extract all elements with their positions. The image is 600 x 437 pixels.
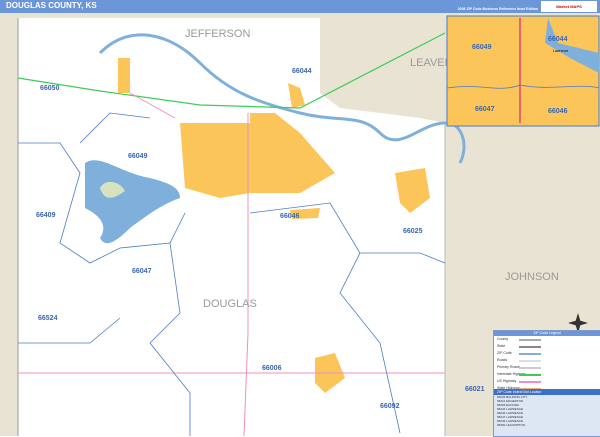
- inset-zip-label: 66047: [475, 106, 495, 113]
- zip-label: 66092: [380, 403, 400, 410]
- zip-label: 66409: [36, 212, 56, 219]
- zip-index-row: 66050 LECOMPTON: [497, 423, 526, 427]
- zip-label: 66044: [292, 68, 312, 75]
- zip-label: 66006: [262, 365, 282, 372]
- county-label-jefferson: JEFFERSON: [185, 28, 250, 40]
- publisher-logo: Market MAPS: [541, 1, 597, 12]
- zip-index-table: 66006 BALDWIN CITY 66021 EDGERTON 66025 …: [494, 395, 600, 436]
- legend-item: Roads: [494, 357, 600, 364]
- inset-city-label: Lawrence: [553, 49, 568, 53]
- map-title: DOUGLAS COUNTY, KS: [6, 1, 97, 10]
- county-label-douglas: DOUGLAS: [203, 298, 257, 310]
- legend-item: County: [494, 336, 600, 343]
- zip-label: 66047: [132, 268, 152, 275]
- zip-label: 66049: [128, 153, 148, 160]
- zip-label: 66524: [38, 315, 58, 322]
- lecompton-urban-area: [118, 58, 130, 93]
- title-bar: DOUGLAS COUNTY, KS 2026 ZIP Code Busines…: [0, 0, 600, 13]
- zip-label: 66025: [403, 228, 423, 235]
- legend-item: Primary Roads: [494, 364, 600, 371]
- legend-item: US Highway: [494, 378, 600, 385]
- map-legend: ZIP Code Legend County State ZIP Code Ro…: [493, 330, 600, 437]
- legend-item: Interstate Highway: [494, 371, 600, 378]
- inset-zip-label: 66044: [548, 36, 568, 43]
- zip-label: 66050: [40, 85, 60, 92]
- map-subtitle: 2026 ZIP Code Business Reference Inset E…: [457, 7, 538, 11]
- zip-label: 66046: [280, 213, 300, 220]
- legend-item: State: [494, 343, 600, 350]
- zip-label: 66021: [465, 386, 485, 393]
- lawrence-inset[interactable]: 66049 66044 66047 66046 Lawrence: [446, 15, 600, 127]
- inset-zip-label: 66046: [548, 108, 568, 115]
- inset-zip-label: 66049: [472, 44, 492, 51]
- county-label-johnson: JOHNSON: [505, 271, 559, 283]
- legend-item: ZIP Code: [494, 350, 600, 357]
